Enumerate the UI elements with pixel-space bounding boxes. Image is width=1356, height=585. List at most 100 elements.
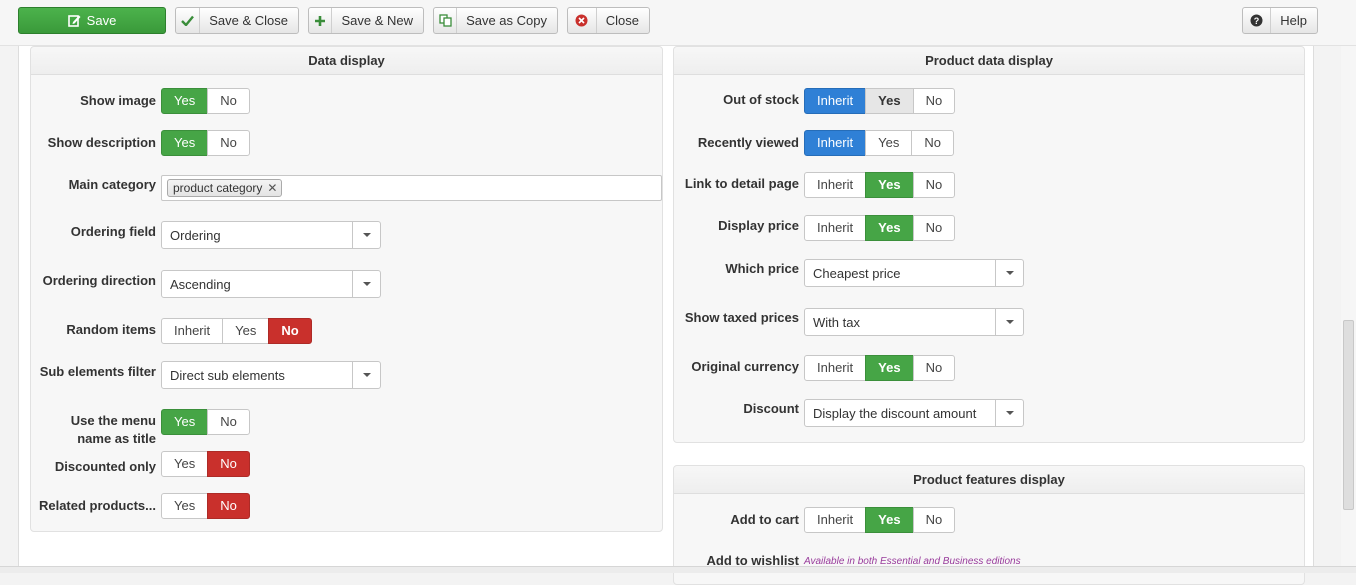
- close-label: Close: [605, 13, 639, 28]
- link-detail-inherit[interactable]: Inherit: [804, 172, 867, 198]
- discount-value: Display the discount amount: [813, 405, 977, 421]
- original-currency-inherit[interactable]: Inherit: [804, 355, 867, 381]
- ordering-direction-select[interactable]: Ascending: [161, 270, 381, 298]
- use-menu-name-label: Use the menu name as title: [71, 412, 156, 448]
- show-taxed-prices-label: Show taxed prices: [684, 310, 799, 325]
- discount-label: Discount: [743, 401, 799, 416]
- use-menu-name-no[interactable]: No: [207, 409, 250, 435]
- sub-elements-filter-value: Direct sub elements: [170, 367, 285, 383]
- add-to-cart-yes[interactable]: Yes: [865, 507, 914, 533]
- link-detail-yes[interactable]: Yes: [865, 172, 914, 198]
- which-price-value: Cheapest price: [813, 265, 901, 281]
- help-label: Help: [1280, 13, 1307, 28]
- recently-viewed-yes[interactable]: Yes: [865, 130, 913, 156]
- discounted-only-toggle: Yes No: [161, 451, 250, 477]
- related-products-yes[interactable]: Yes: [161, 493, 209, 519]
- display-price-yes[interactable]: Yes: [865, 215, 914, 241]
- sub-elements-filter-label: Sub elements filter: [39, 364, 156, 379]
- svg-text:?: ?: [1254, 16, 1260, 26]
- original-currency-no[interactable]: No: [912, 355, 956, 381]
- add-to-cart-toggle: Inherit Yes No: [804, 507, 956, 533]
- discount-select[interactable]: Display the discount amount: [804, 399, 1024, 427]
- related-products-toggle: Yes No: [161, 493, 250, 519]
- random-items-label: Random items: [66, 322, 156, 337]
- show-description-yes[interactable]: Yes: [161, 130, 209, 156]
- discounted-only-no[interactable]: No: [207, 451, 250, 477]
- chevron-down-icon: [995, 309, 1023, 335]
- which-price-label: Which price: [725, 261, 799, 276]
- product-data-display-title: Product data display: [674, 47, 1304, 75]
- ordering-field-select[interactable]: Ordering: [161, 221, 381, 249]
- bottom-strip: [0, 566, 1356, 573]
- out-of-stock-yes[interactable]: Yes: [865, 88, 914, 114]
- out-of-stock-inherit[interactable]: Inherit: [804, 88, 867, 114]
- save-close-button[interactable]: Save & Close: [175, 7, 299, 34]
- save-close-label: Save & Close: [209, 13, 288, 28]
- show-description-label: Show description: [47, 135, 156, 150]
- recently-viewed-no[interactable]: No: [911, 130, 954, 156]
- tag-remove-icon[interactable]: ✕: [267, 181, 277, 195]
- check-icon: [176, 8, 201, 33]
- chevron-down-icon: [352, 271, 380, 297]
- recently-viewed-label: Recently viewed: [697, 135, 799, 150]
- category-tag-label: product category: [173, 181, 263, 195]
- display-price-toggle: Inherit Yes No: [804, 215, 956, 241]
- close-button[interactable]: Close: [567, 7, 650, 34]
- random-items-no[interactable]: No: [268, 318, 312, 344]
- add-to-cart-no[interactable]: No: [912, 507, 956, 533]
- chevron-down-icon: [352, 362, 380, 388]
- out-of-stock-no[interactable]: No: [912, 88, 956, 114]
- link-detail-toggle: Inherit Yes No: [804, 172, 956, 198]
- scrollbar-thumb[interactable]: [1343, 320, 1354, 510]
- main-category-input[interactable]: product category ✕: [161, 175, 662, 201]
- chevron-down-icon: [995, 260, 1023, 286]
- plus-icon: [309, 8, 333, 33]
- ordering-direction-value: Ascending: [170, 276, 231, 292]
- save-copy-label: Save as Copy: [466, 13, 547, 28]
- original-currency-yes[interactable]: Yes: [865, 355, 914, 381]
- category-tag: product category ✕: [167, 179, 283, 197]
- ordering-field-value: Ordering: [170, 227, 221, 243]
- original-currency-toggle: Inherit Yes No: [804, 355, 956, 381]
- random-items-toggle: Inherit Yes No: [161, 318, 312, 344]
- random-items-inherit[interactable]: Inherit: [161, 318, 224, 344]
- recently-viewed-inherit[interactable]: Inherit: [804, 130, 867, 156]
- use-menu-name-line2: name as title: [77, 431, 156, 446]
- save-label: Save: [86, 13, 117, 28]
- save-button[interactable]: Save: [18, 7, 166, 34]
- display-price-inherit[interactable]: Inherit: [804, 215, 867, 241]
- save-new-button[interactable]: Save & New: [308, 7, 424, 34]
- product-features-display-title: Product features display: [674, 466, 1304, 494]
- random-items-yes[interactable]: Yes: [222, 318, 270, 344]
- help-button[interactable]: ? Help: [1242, 7, 1318, 34]
- show-image-no[interactable]: No: [207, 88, 250, 114]
- toolbar: Save Save & Close Save & New Save as Cop…: [0, 0, 1356, 46]
- show-taxed-prices-select[interactable]: With tax: [804, 308, 1024, 336]
- which-price-select[interactable]: Cheapest price: [804, 259, 1024, 287]
- show-image-yes[interactable]: Yes: [161, 88, 209, 114]
- recently-viewed-toggle: Inherit Yes No: [804, 130, 954, 156]
- data-display-title: Data display: [31, 47, 662, 75]
- chevron-down-icon: [995, 400, 1023, 426]
- related-products-no[interactable]: No: [207, 493, 250, 519]
- original-currency-label: Original currency: [691, 359, 799, 374]
- display-price-no[interactable]: No: [912, 215, 956, 241]
- ordering-field-label: Ordering field: [70, 224, 156, 239]
- copy-icon: [434, 8, 458, 33]
- out-of-stock-label: Out of stock: [723, 92, 799, 107]
- show-taxed-prices-value: With tax: [813, 314, 860, 330]
- edit-icon: [67, 8, 87, 33]
- save-copy-button[interactable]: Save as Copy: [433, 7, 558, 34]
- link-detail-no[interactable]: No: [912, 172, 956, 198]
- add-to-cart-inherit[interactable]: Inherit: [804, 507, 867, 533]
- discounted-only-yes[interactable]: Yes: [161, 451, 209, 477]
- out-of-stock-toggle: Inherit Yes No: [804, 88, 956, 114]
- use-menu-name-toggle: Yes No: [161, 409, 250, 435]
- related-products-label: Related products...: [38, 498, 156, 513]
- sub-elements-filter-select[interactable]: Direct sub elements: [161, 361, 381, 389]
- show-description-no[interactable]: No: [207, 130, 250, 156]
- close-icon: [568, 8, 597, 33]
- show-image-toggle: Yes No: [161, 88, 250, 114]
- question-icon: ?: [1243, 8, 1272, 33]
- use-menu-name-yes[interactable]: Yes: [161, 409, 209, 435]
